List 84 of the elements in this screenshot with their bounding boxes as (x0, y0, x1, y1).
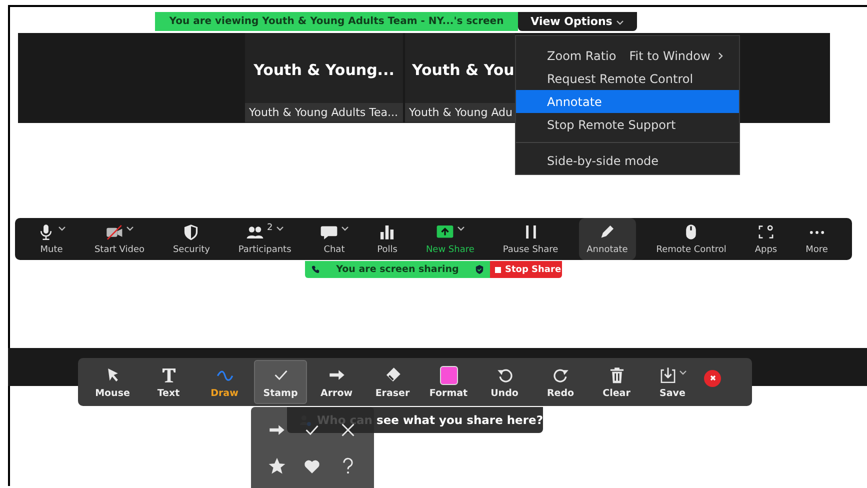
caret-icon[interactable] (340, 226, 349, 232)
chevron-icon (718, 52, 724, 60)
tool-label: Mouse (95, 388, 130, 398)
button-label: Mute (40, 245, 63, 255)
annotation-tool[interactable]: Format (422, 360, 475, 404)
tool-label: Clear (602, 388, 630, 398)
bar-chart-icon (378, 223, 396, 241)
button-label: New Share (426, 245, 474, 255)
participant-title: Youth & Young... (254, 61, 394, 79)
tool-label: Draw (210, 388, 238, 398)
toolbar-button[interactable]: More (798, 218, 836, 260)
toolbar-button[interactable]: Remote Control (648, 218, 734, 260)
button-label: More (806, 245, 828, 255)
tool-label: Eraser (375, 388, 410, 398)
caret-icon[interactable] (678, 370, 686, 376)
participant-name: Youth & Young Adults Tea... (245, 103, 403, 122)
tool-label: Format (429, 388, 468, 398)
menu-item[interactable]: Annotate (516, 90, 739, 113)
caret-icon[interactable] (58, 226, 66, 232)
menu-item[interactable]: Stop Remote Support (516, 113, 739, 136)
phone-icon (311, 265, 320, 274)
more-icon (808, 230, 825, 235)
toolbar-button[interactable]: Start Video (86, 218, 153, 260)
close-button[interactable] (704, 370, 721, 386)
toolbar-button[interactable]: Pause Share (494, 218, 566, 260)
color-swatch[interactable] (440, 366, 458, 384)
toolbar-button[interactable]: Security (164, 218, 218, 260)
button-label: Pause Share (502, 245, 558, 255)
button-label: Remote Control (656, 245, 726, 255)
button-label: Participants (238, 245, 292, 255)
sharing-status-text: You are screen sharing (335, 264, 460, 275)
toolbar-button[interactable]: Polls (369, 218, 406, 260)
menu-item[interactable]: Side-by-side mode (516, 149, 739, 172)
caret-icon[interactable] (276, 226, 284, 232)
annotation-tool[interactable]: Eraser (366, 360, 419, 404)
toolbar-button[interactable]: Annotate (578, 218, 636, 260)
tool-label: Save (660, 388, 686, 398)
menu-item-value: Fit to Window (629, 48, 710, 62)
tool-label: Text (157, 388, 180, 398)
toolbar-button[interactable]: Chat (312, 218, 357, 260)
caret-icon[interactable] (616, 20, 624, 26)
caret-icon[interactable] (126, 226, 134, 232)
trash-icon (608, 366, 626, 384)
annotation-tool[interactable]: Clear (590, 360, 643, 404)
participant-title: Youth & You (412, 61, 514, 79)
annotation-tool[interactable]: Text (142, 360, 195, 404)
text-icon (160, 366, 178, 384)
annotation-tool[interactable]: Save (646, 360, 699, 404)
caret-icon[interactable] (456, 226, 465, 232)
toolbar-button[interactable]: Apps (746, 218, 786, 260)
button-label: Chat (324, 245, 345, 255)
button-label: Apps (754, 245, 778, 255)
menu-item[interactable]: Request Remote Control (516, 67, 739, 90)
tool-label: Redo (546, 388, 574, 398)
apps-icon (756, 223, 775, 241)
eraser-icon (384, 366, 402, 384)
participant-name: Youth & Young Adu (405, 103, 515, 122)
participant-count: 2 (266, 223, 273, 233)
toolbar-button[interactable]: Mute (29, 218, 74, 260)
download-icon (658, 366, 676, 384)
tool-label: Undo (490, 388, 518, 398)
stop-share-button[interactable]: Stop Share (490, 261, 562, 278)
annotation-tool[interactable]: Mouse (86, 360, 139, 404)
shield-icon (182, 223, 200, 241)
tool-label: Arrow (320, 388, 353, 398)
view-options-button[interactable]: View Options (518, 12, 637, 31)
close-icon (708, 373, 718, 383)
annotation-tool[interactable]: Stamp (254, 360, 307, 404)
annotation-tool[interactable]: Arrow (310, 360, 363, 404)
star-icon[interactable] (268, 457, 286, 475)
menu-item[interactable]: Zoom Ratio Fit to Window (516, 44, 739, 67)
button-label: Annotate (586, 245, 628, 255)
button-label: Security (172, 245, 210, 255)
toolbar-button[interactable]: New Share (418, 218, 482, 260)
annotation-tool[interactable]: Undo (478, 360, 531, 404)
viewing-banner: You are viewing Youth & Young Adults Team - NY...'s screen (155, 12, 518, 31)
camera-off-icon (104, 223, 123, 241)
button-label: Start Video (94, 245, 145, 255)
toolbar-button[interactable]: 2 Participants (230, 218, 300, 260)
annotation-tool[interactable]: Draw (198, 360, 251, 404)
shield-icon (475, 265, 484, 274)
button-label: Polls (377, 245, 398, 255)
annotation-tool[interactable]: Redo (534, 360, 587, 404)
tool-label: Stamp (263, 388, 298, 398)
